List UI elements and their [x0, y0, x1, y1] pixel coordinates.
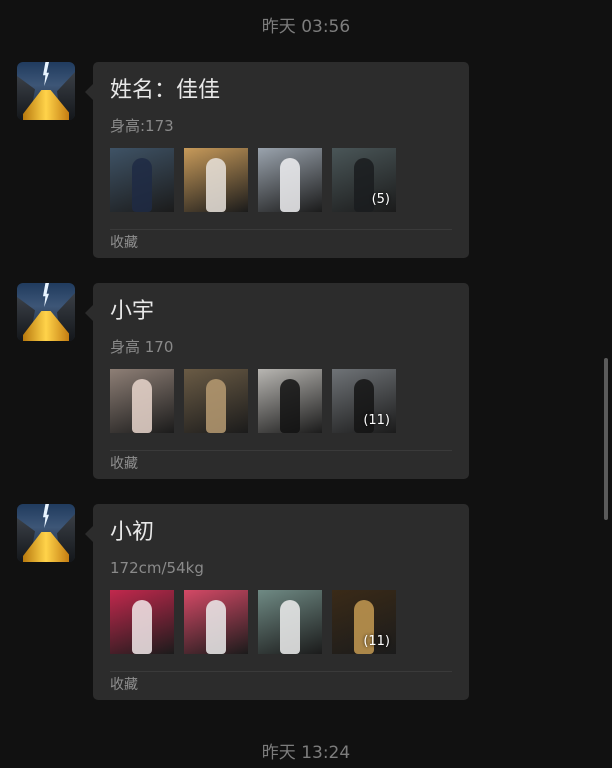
lightning-icon	[43, 62, 49, 86]
card-title: 小初	[110, 520, 155, 545]
message: 姓名：佳佳 身高:173 (5) 收藏	[0, 62, 612, 258]
photo-figure	[132, 158, 152, 212]
favorite-card[interactable]: 小初 172cm/54kg (11) 收藏	[85, 504, 469, 700]
photo-thumbnail[interactable]	[184, 590, 248, 654]
timestamp: 昨天 13:24	[261, 743, 351, 763]
photo-thumbnail[interactable]	[110, 148, 174, 212]
photo-count: (5)	[371, 192, 390, 207]
photo-thumbnail[interactable]	[258, 369, 322, 433]
card-subtitle: 身高:173	[110, 117, 174, 135]
favorite-card[interactable]: 小宇 身高 170 (11) 收藏	[85, 283, 469, 479]
photo-count: (11)	[363, 413, 390, 428]
photo-figure	[206, 600, 226, 654]
lightning-icon	[43, 504, 49, 528]
scrollbar[interactable]	[604, 358, 608, 520]
avatar[interactable]	[17, 283, 75, 341]
message: 小宇 身高 170 (11) 收藏	[0, 283, 612, 479]
avatar[interactable]	[17, 504, 75, 562]
chat-screen: 昨天 03:56 姓名：佳佳 身高:173 (5) 收藏 小宇 身高 170 (…	[0, 0, 612, 768]
card-title: 姓名：佳佳	[110, 78, 221, 103]
card-subtitle: 身高 170	[110, 338, 174, 356]
photo-figure	[280, 600, 300, 654]
photo-thumbnail[interactable]	[258, 590, 322, 654]
photo-thumbnail[interactable]	[110, 369, 174, 433]
favorite-source-label: 收藏	[110, 235, 138, 251]
photo-figure	[132, 379, 152, 433]
photo-thumbnail[interactable]	[184, 148, 248, 212]
photo-figure	[280, 158, 300, 212]
divider	[110, 450, 452, 451]
photo-thumbnail[interactable]	[258, 148, 322, 212]
lightning-icon	[43, 283, 49, 307]
photo-thumbnail[interactable]: (11)	[332, 369, 396, 433]
favorite-source-label: 收藏	[110, 677, 138, 693]
photo-figure	[206, 158, 226, 212]
timestamp: 昨天 03:56	[261, 17, 351, 37]
message: 小初 172cm/54kg (11) 收藏	[0, 504, 612, 700]
photo-thumbnail[interactable]	[110, 590, 174, 654]
photo-figure	[132, 600, 152, 654]
card-title: 小宇	[110, 299, 155, 324]
photo-figure	[280, 379, 300, 433]
divider	[110, 229, 452, 230]
photo-thumbnail[interactable]: (5)	[332, 148, 396, 212]
avatar[interactable]	[17, 62, 75, 120]
favorite-source-label: 收藏	[110, 456, 138, 472]
photo-thumbnail[interactable]: (11)	[332, 590, 396, 654]
card-subtitle: 172cm/54kg	[110, 559, 204, 577]
photo-thumbnail[interactable]	[184, 369, 248, 433]
divider	[110, 671, 452, 672]
photo-figure	[206, 379, 226, 433]
photo-count: (11)	[363, 634, 390, 649]
favorite-card[interactable]: 姓名：佳佳 身高:173 (5) 收藏	[85, 62, 469, 258]
